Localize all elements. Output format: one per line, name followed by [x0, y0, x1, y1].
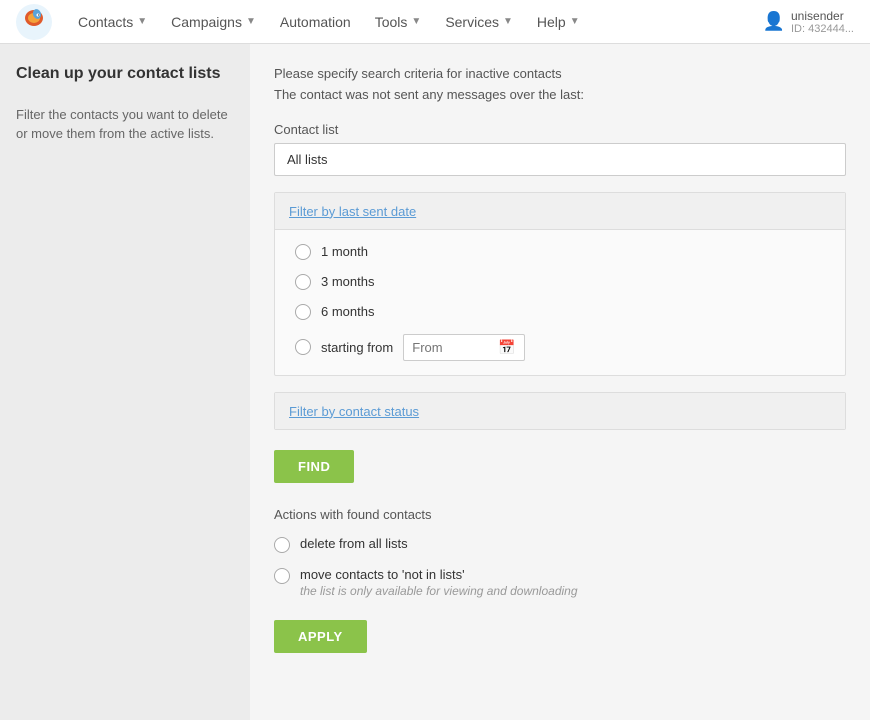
radio-3-months-label: 3 months	[321, 274, 374, 289]
action-delete-radio[interactable]	[274, 537, 290, 553]
radio-1-month-label: 1 month	[321, 244, 368, 259]
services-chevron-icon: ▼	[503, 16, 513, 27]
calendar-icon: 📅	[498, 339, 515, 356]
user-id: ID: 432444...	[791, 23, 854, 35]
filter-last-sent-header: Filter by last sent date	[275, 193, 845, 230]
tools-chevron-icon: ▼	[411, 16, 421, 27]
action-move-radio[interactable]	[274, 568, 290, 584]
nav-automation[interactable]: Automation	[270, 8, 361, 36]
date-input-wrapper: 📅	[403, 334, 524, 361]
main-nav: Contacts ▼ Campaigns ▼ Automation Tools …	[68, 8, 763, 36]
logo[interactable]	[16, 4, 52, 40]
radio-starting-from: starting from 📅	[295, 334, 825, 361]
contact-list-label: Contact list	[274, 122, 846, 137]
radio-1-month-input[interactable]	[295, 244, 311, 260]
user-name: unisender	[791, 9, 854, 23]
contacts-chevron-icon: ▼	[137, 16, 147, 27]
filter-contact-status-box: Filter by contact status	[274, 392, 846, 430]
intro-text: Please specify search criteria for inact…	[274, 64, 846, 106]
nav-contacts[interactable]: Contacts ▼	[68, 8, 157, 36]
contact-list-select[interactable]: All lists	[274, 143, 846, 176]
campaigns-chevron-icon: ▼	[246, 16, 256, 27]
header: Contacts ▼ Campaigns ▼ Automation Tools …	[0, 0, 870, 44]
nav-tools[interactable]: Tools ▼	[365, 8, 432, 36]
user-info[interactable]: 👤 unisender ID: 432444...	[763, 9, 854, 35]
radio-starting-from-label: starting from	[321, 340, 393, 355]
apply-button[interactable]: APPLY	[274, 620, 367, 653]
filter-last-sent-link[interactable]: Filter by last sent date	[289, 204, 416, 219]
action-delete-label: delete from all lists	[300, 536, 408, 551]
action-move: move contacts to 'not in lists' the list…	[274, 567, 846, 598]
sidebar-title: Clean up your contact lists	[16, 64, 234, 85]
radio-6-months-label: 6 months	[321, 304, 374, 319]
radio-3-months: 3 months	[295, 274, 825, 290]
action-move-note: the list is only available for viewing a…	[300, 584, 578, 598]
filter-last-sent-body: 1 month 3 months 6 months starting from …	[275, 230, 845, 375]
nav-help[interactable]: Help ▼	[527, 8, 590, 36]
actions-title: Actions with found contacts	[274, 507, 846, 522]
filter-contact-status-header: Filter by contact status	[275, 393, 845, 429]
help-chevron-icon: ▼	[570, 16, 580, 27]
radio-3-months-input[interactable]	[295, 274, 311, 290]
page-layout: Clean up your contact lists Filter the c…	[0, 44, 870, 720]
filter-last-sent-box: Filter by last sent date 1 month 3 month…	[274, 192, 846, 376]
find-button[interactable]: FIND	[274, 450, 354, 483]
action-move-label: move contacts to 'not in lists'	[300, 567, 578, 582]
nav-campaigns[interactable]: Campaigns ▼	[161, 8, 266, 36]
action-delete: delete from all lists	[274, 536, 846, 553]
sidebar: Clean up your contact lists Filter the c…	[0, 44, 250, 720]
filter-contact-status-link[interactable]: Filter by contact status	[289, 404, 419, 419]
user-icon: 👤	[763, 11, 785, 32]
sidebar-description: Filter the contacts you want to delete o…	[16, 105, 234, 144]
date-input[interactable]	[412, 340, 492, 355]
main-content: Please specify search criteria for inact…	[250, 44, 870, 720]
radio-1-month: 1 month	[295, 244, 825, 260]
radio-6-months: 6 months	[295, 304, 825, 320]
radio-starting-from-input[interactable]	[295, 339, 311, 355]
radio-6-months-input[interactable]	[295, 304, 311, 320]
nav-services[interactable]: Services ▼	[435, 8, 523, 36]
